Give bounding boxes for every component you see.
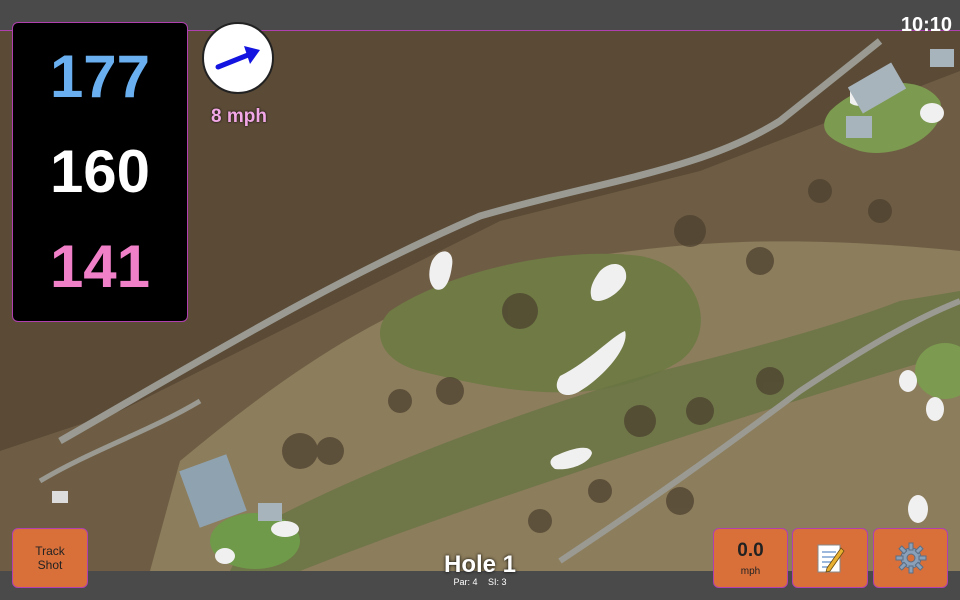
middle-distance: 160 — [49, 137, 151, 205]
notes-button[interactable] — [792, 528, 868, 588]
distance-panel: 177 160 141 — [12, 22, 188, 322]
hole-title: Hole 1 — [443, 551, 517, 578]
track-shot-label-line2: Shot — [37, 558, 63, 572]
clock: 10:10 — [900, 14, 952, 36]
hole-par: Par: 4 — [453, 577, 478, 587]
wind-speed: 8 mph — [211, 106, 267, 127]
back-distance: 177 — [49, 42, 151, 110]
speed-unit: mph — [740, 565, 761, 577]
memo-icon — [817, 544, 845, 573]
track-shot-label-line1: Track — [35, 543, 65, 558]
speed-value: 0.0 — [737, 539, 764, 561]
track-shot-button[interactable]: Track Shot — [12, 528, 88, 588]
wind-indicator — [202, 22, 274, 94]
gear-icon — [895, 542, 926, 574]
settings-button[interactable] — [873, 528, 948, 588]
front-distance: 141 — [49, 233, 151, 301]
arrow-right-icon — [215, 46, 260, 70]
speed-button[interactable]: 0.0 mph — [713, 528, 788, 588]
hole-info: Par: 4 SI: 3 — [380, 577, 580, 587]
hole-stroke-index: SI: 3 — [488, 577, 507, 587]
